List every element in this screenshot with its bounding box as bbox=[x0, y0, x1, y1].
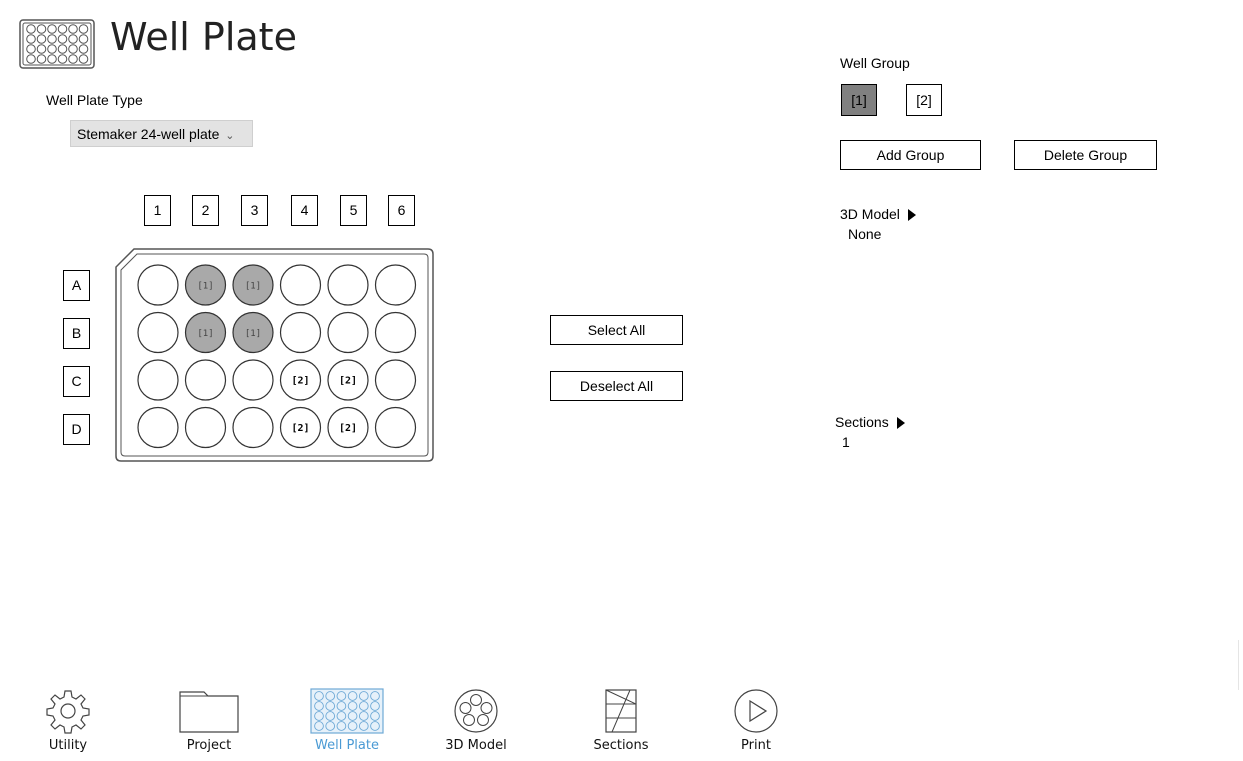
well[interactable] bbox=[327, 264, 369, 306]
well-label: [2] bbox=[291, 376, 309, 387]
column-header[interactable]: 5 bbox=[340, 195, 367, 226]
well[interactable]: [1] bbox=[232, 264, 274, 306]
well[interactable]: [1] bbox=[184, 311, 227, 354]
well[interactable] bbox=[279, 311, 322, 354]
plate-type-label: Well Plate Type bbox=[46, 92, 143, 108]
well[interactable]: [2] bbox=[279, 359, 322, 401]
nav-label: Well Plate bbox=[315, 738, 379, 753]
group-2-button[interactable]: [2] bbox=[906, 84, 942, 116]
well[interactable] bbox=[137, 406, 179, 449]
gear-icon bbox=[46, 690, 90, 734]
nav-sections[interactable]: Sections bbox=[571, 688, 671, 753]
well[interactable] bbox=[137, 359, 179, 401]
expand-arrow-icon[interactable] bbox=[896, 417, 905, 430]
well-group-label: Well Group bbox=[840, 55, 910, 71]
well[interactable] bbox=[184, 359, 227, 401]
nav-label: 3D Model bbox=[445, 738, 507, 753]
well-label: [1] bbox=[245, 282, 261, 292]
column-header[interactable]: 6 bbox=[388, 195, 415, 226]
well[interactable] bbox=[137, 311, 179, 354]
well-plate: [1] [1] [1] [1] [2] [2] [2] [2] bbox=[115, 248, 434, 462]
sections-section: Sections bbox=[835, 414, 905, 430]
nav-label: Utility bbox=[48, 738, 88, 753]
well[interactable]: [1] bbox=[232, 311, 274, 354]
delete-group-button[interactable]: Delete Group bbox=[1014, 140, 1157, 170]
sections-label: Sections bbox=[835, 414, 889, 430]
sections-value: 1 bbox=[842, 434, 850, 450]
well[interactable] bbox=[184, 406, 227, 449]
sections-icon bbox=[605, 689, 637, 733]
well-label: [2] bbox=[291, 423, 309, 434]
nav-label: Project bbox=[186, 738, 232, 753]
well[interactable] bbox=[374, 264, 417, 306]
well[interactable] bbox=[232, 359, 274, 401]
column-header[interactable]: 3 bbox=[241, 195, 268, 226]
nav-well-plate[interactable]: Well Plate bbox=[297, 688, 397, 753]
model-value: None bbox=[848, 226, 882, 242]
well-label: [1] bbox=[197, 329, 213, 339]
well[interactable] bbox=[232, 406, 274, 449]
divider bbox=[1238, 640, 1239, 690]
model-section: 3D Model bbox=[840, 206, 916, 222]
well[interactable]: [2] bbox=[327, 359, 369, 401]
well[interactable] bbox=[327, 311, 369, 354]
nav-project[interactable]: Project bbox=[159, 688, 259, 753]
row-header[interactable]: B bbox=[63, 318, 90, 349]
nav-label: Sections bbox=[593, 738, 649, 753]
nav-utility[interactable]: Utility bbox=[18, 688, 118, 753]
row-header[interactable]: A bbox=[63, 270, 90, 301]
well-label: [1] bbox=[197, 282, 213, 292]
plate-type-select[interactable]: Stemaker 24-well plate ⌄ bbox=[70, 120, 253, 147]
well[interactable]: [1] bbox=[184, 264, 227, 306]
play-icon bbox=[734, 689, 778, 733]
folder-icon bbox=[179, 691, 239, 733]
column-header[interactable]: 1 bbox=[144, 195, 171, 226]
row-header[interactable]: D bbox=[63, 414, 90, 445]
well-label: [2] bbox=[339, 376, 357, 387]
well-plate-icon bbox=[19, 19, 95, 69]
chevron-down-icon: ⌄ bbox=[225, 130, 235, 142]
well[interactable]: [2] bbox=[279, 406, 322, 449]
well-label: [1] bbox=[245, 329, 261, 339]
plate-type-value: Stemaker 24-well plate bbox=[77, 126, 220, 142]
model-icon bbox=[454, 689, 498, 733]
well-label: [2] bbox=[339, 423, 357, 434]
model-label: 3D Model bbox=[840, 206, 900, 222]
add-group-button[interactable]: Add Group bbox=[840, 140, 981, 170]
nav-label: Print bbox=[741, 738, 771, 753]
deselect-all-button[interactable]: Deselect All bbox=[550, 371, 683, 401]
nav-print[interactable]: Print bbox=[706, 688, 806, 753]
column-header[interactable]: 2 bbox=[192, 195, 219, 226]
well[interactable]: [2] bbox=[327, 406, 369, 449]
select-all-button[interactable]: Select All bbox=[550, 315, 683, 345]
well[interactable] bbox=[374, 406, 417, 449]
page-title: Well Plate bbox=[110, 15, 297, 59]
column-header[interactable]: 4 bbox=[291, 195, 318, 226]
row-header[interactable]: C bbox=[63, 366, 90, 397]
expand-arrow-icon[interactable] bbox=[907, 209, 916, 222]
well[interactable] bbox=[137, 264, 179, 306]
well[interactable] bbox=[279, 264, 322, 306]
well[interactable] bbox=[374, 311, 417, 354]
group-1-button[interactable]: [1] bbox=[841, 84, 877, 116]
well-plate-icon bbox=[310, 688, 384, 734]
nav-3d-model[interactable]: 3D Model bbox=[426, 688, 526, 753]
well[interactable] bbox=[374, 359, 417, 401]
